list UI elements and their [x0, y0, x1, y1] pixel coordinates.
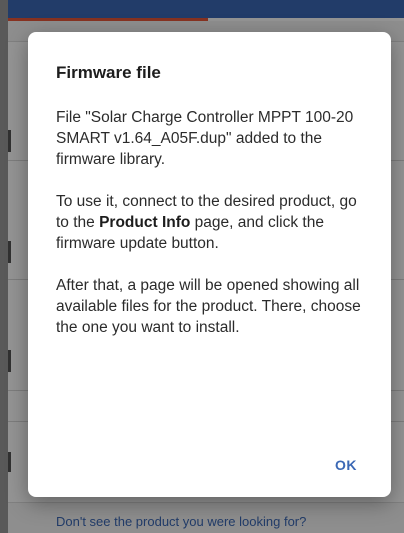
- dialog-paragraph-file-added: File "Solar Charge Controller MPPT 100-2…: [56, 109, 354, 168]
- firmware-file-dialog: Firmware file File "Solar Charge Control…: [28, 32, 391, 497]
- dialog-title: Firmware file: [56, 63, 161, 82]
- dialog-paragraph-instructions: To use it, connect to the desired produc…: [56, 191, 366, 254]
- dialog-body: File "Solar Charge Controller MPPT 100-2…: [56, 107, 366, 359]
- product-info-emphasis: Product Info: [99, 214, 191, 231]
- ok-button[interactable]: OK: [325, 451, 367, 479]
- dialog-paragraph-next-steps: After that, a page will be opened showin…: [56, 277, 361, 336]
